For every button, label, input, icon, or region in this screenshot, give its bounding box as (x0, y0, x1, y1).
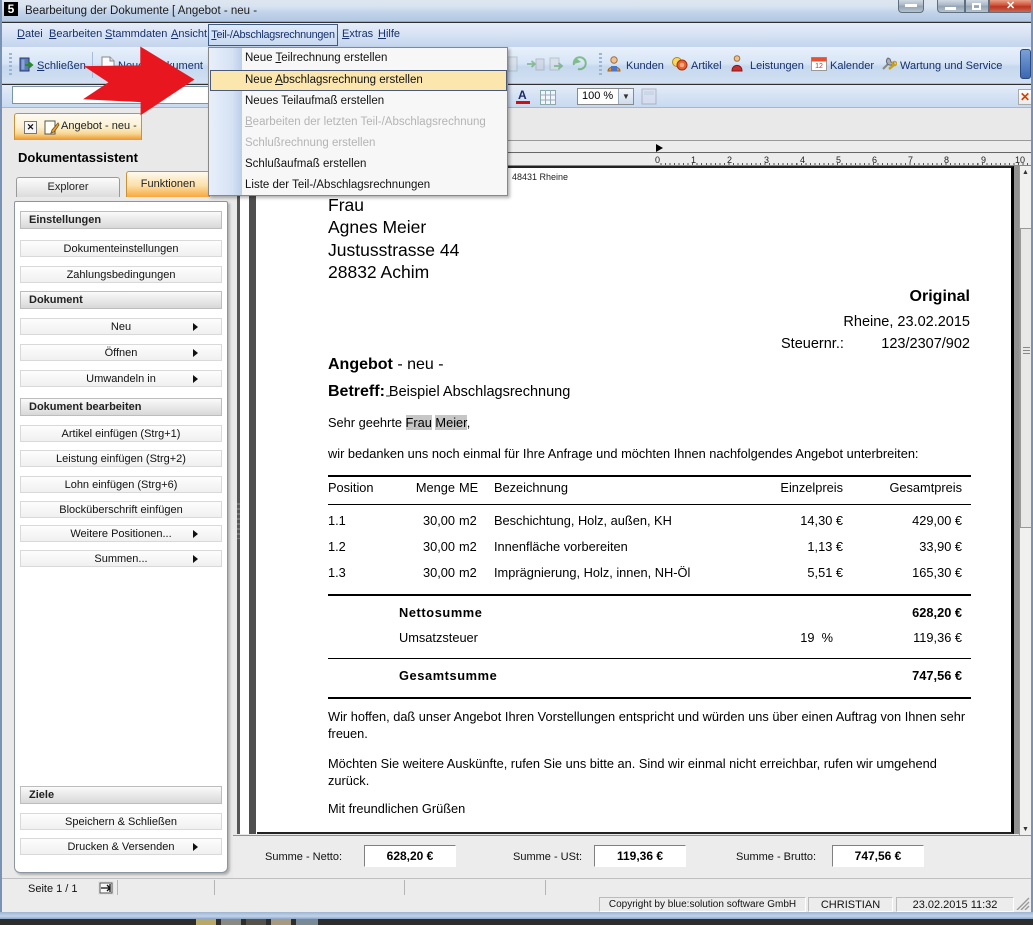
svg-text:12: 12 (815, 63, 823, 70)
